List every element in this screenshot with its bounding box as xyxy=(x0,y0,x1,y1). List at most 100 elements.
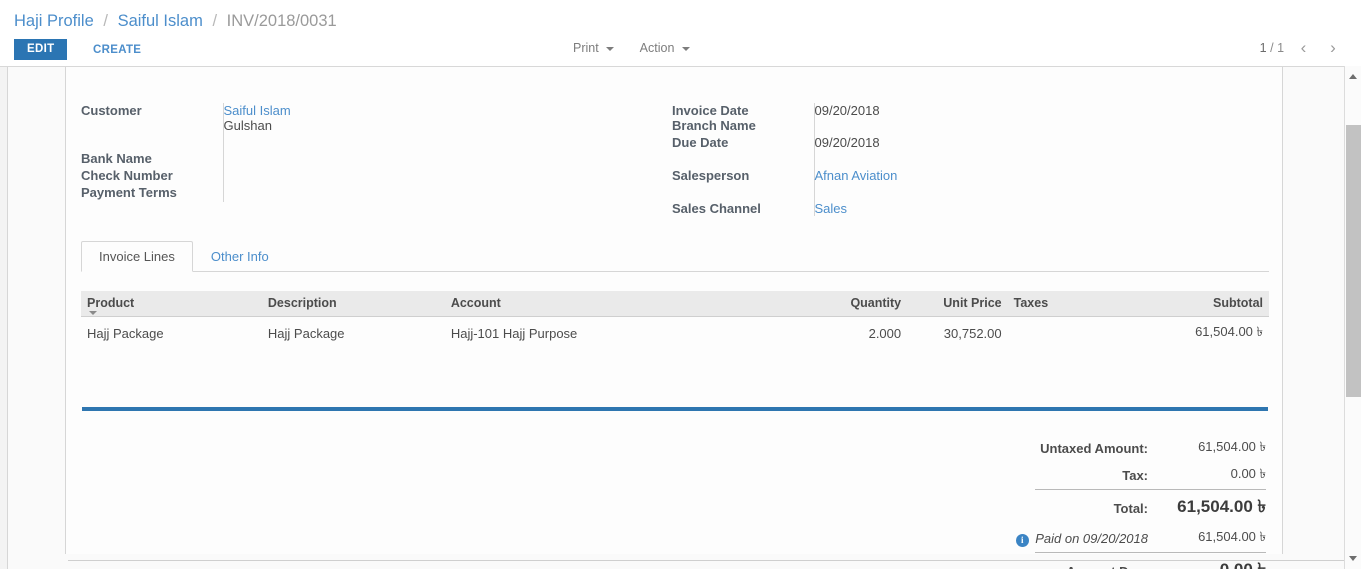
print-menu[interactable]: Print xyxy=(573,41,615,55)
label-customer: Customer xyxy=(81,103,142,118)
label-due-date: Due Date xyxy=(672,135,729,150)
field-row-due-date: Due Date 09/20/2018 xyxy=(672,135,1072,150)
column-header-product[interactable]: Product xyxy=(81,291,262,317)
column-header-label: Product xyxy=(87,296,135,310)
value-paid: 61,504.00 ৳ xyxy=(1198,529,1266,544)
pager-current: 1 xyxy=(1259,40,1267,55)
tab-bar: Invoice Lines Other Info xyxy=(81,241,1269,272)
control-panel: Haji Profile / Saiful Islam / INV/2018/0… xyxy=(0,0,1361,66)
label-invoice-date: Invoice Date xyxy=(672,103,749,118)
action-menu[interactable]: Action xyxy=(640,41,690,55)
field-spacer xyxy=(672,183,1072,201)
info-icon[interactable]: i xyxy=(1015,533,1029,547)
field-spacer xyxy=(81,133,461,151)
cell-unit-price: 30,752.00 xyxy=(943,326,1002,341)
label-total: Total: xyxy=(1035,489,1148,525)
value-invoice-date[interactable]: 09/20/2018 xyxy=(813,103,1072,118)
cell-description: Hajj Package xyxy=(267,326,345,341)
breadcrumb-separator: / xyxy=(103,12,108,30)
cell-subtotal: 61,504.00 ৳ xyxy=(1195,324,1263,339)
value-salesperson: Afnan Aviation xyxy=(813,168,1072,183)
column-header-account[interactable]: Account xyxy=(444,291,787,317)
pager-separator: / xyxy=(1270,40,1274,55)
left-field-group: Customer Saiful Islam Gulshan Bank Name xyxy=(81,103,461,202)
totals-row-paid: i Paid on 09/20/2018 61,504.00 ৳ xyxy=(1009,525,1266,553)
breadcrumb: Haji Profile / Saiful Islam / INV/2018/0… xyxy=(14,11,337,31)
breadcrumb-item-saiful-islam[interactable]: Saiful Islam xyxy=(118,12,203,30)
field-row-branch-name: Branch Name xyxy=(672,118,1072,135)
label-bank-name: Bank Name xyxy=(81,151,152,166)
value-branch-name[interactable] xyxy=(813,118,1072,135)
cell-product: Hajj Package xyxy=(87,326,164,341)
table-row[interactable]: Hajj Package Hajj Package Hajj-101 Hajj … xyxy=(81,317,1269,351)
previous-record-icon[interactable]: ‹ xyxy=(1294,39,1314,56)
action-buttons: EDIT CREATE xyxy=(14,39,147,61)
field-spacer xyxy=(672,150,1072,168)
scrollbar-thumb[interactable] xyxy=(1346,125,1361,397)
value-check-number[interactable] xyxy=(222,168,461,185)
vertical-scrollbar[interactable] xyxy=(1344,66,1361,569)
tab-invoice-lines[interactable]: Invoice Lines xyxy=(81,241,193,272)
control-panel-menus: Print Action xyxy=(573,41,712,55)
edit-button[interactable]: EDIT xyxy=(14,39,68,60)
invoice-lines-table: Product Description Account Quantity Uni… xyxy=(81,291,1269,351)
breadcrumb-item-current: INV/2018/0031 xyxy=(226,12,337,30)
pager-counter: 1 / 1 xyxy=(1260,41,1284,55)
value-total: 61,504.00 ৳ xyxy=(1148,489,1266,525)
left-gutter xyxy=(0,67,8,569)
label-tax: Tax: xyxy=(1122,468,1148,483)
breadcrumb-item-haji-profile[interactable]: Haji Profile xyxy=(14,12,94,30)
value-customer: Saiful Islam Gulshan xyxy=(222,103,461,133)
label-sales-channel: Sales Channel xyxy=(672,201,761,216)
value-untaxed-amount: 61,504.00 ৳ xyxy=(1198,439,1266,454)
cell-taxes xyxy=(1008,317,1159,351)
label-untaxed-amount: Untaxed Amount: xyxy=(1040,441,1148,456)
column-header-description[interactable]: Description xyxy=(261,291,445,317)
value-sales-channel: Sales xyxy=(813,201,1072,216)
column-header-subtotal[interactable]: Subtotal xyxy=(1158,291,1269,317)
field-row-sales-channel: Sales Channel Sales xyxy=(672,201,1072,216)
record-pager: 1 / 1 ‹ › xyxy=(1260,39,1343,56)
label-paid-on: Paid on 09/20/2018 xyxy=(1035,531,1148,546)
field-row-check-number: Check Number xyxy=(81,168,461,185)
right-field-group: Invoice Date 09/20/2018 Branch Name Due … xyxy=(672,103,1072,216)
salesperson-link[interactable]: Afnan Aviation xyxy=(815,168,898,183)
totals-panel: Untaxed Amount: 61,504.00 ৳ Tax: 0.00 ৳ … xyxy=(846,435,1266,569)
customer-city: Gulshan xyxy=(223,118,272,133)
value-due-date[interactable]: 09/20/2018 xyxy=(813,135,1072,150)
notebook: Invoice Lines Other Info xyxy=(81,241,1269,272)
column-header-unit-price[interactable]: Unit Price xyxy=(907,291,1008,317)
scroll-down-icon[interactable] xyxy=(1345,550,1361,567)
chevron-down-icon xyxy=(606,46,615,51)
field-row-payment-terms: Payment Terms xyxy=(81,185,461,202)
form-sheet: Customer Saiful Islam Gulshan Bank Name xyxy=(65,67,1283,569)
value-bank-name[interactable] xyxy=(222,151,461,168)
next-record-icon[interactable]: › xyxy=(1323,39,1343,56)
customer-link[interactable]: Saiful Islam xyxy=(224,103,291,118)
label-payment-terms: Payment Terms xyxy=(81,185,177,200)
sort-descending-icon xyxy=(89,311,97,315)
label-salesperson: Salesperson xyxy=(672,168,750,183)
form-body: Customer Saiful Islam Gulshan Bank Name xyxy=(0,66,1361,569)
breadcrumb-separator: / xyxy=(212,12,218,30)
pager-total: 1 xyxy=(1277,40,1285,55)
section-separator xyxy=(82,407,1268,411)
field-row-invoice-date: Invoice Date 09/20/2018 xyxy=(672,103,1072,118)
column-header-quantity[interactable]: Quantity xyxy=(786,291,908,317)
tab-other-info[interactable]: Other Info xyxy=(193,241,287,272)
field-row-bank-name: Bank Name xyxy=(81,151,461,168)
field-row-salesperson: Salesperson Afnan Aviation xyxy=(672,168,1072,183)
invoice-form-page: Haji Profile / Saiful Islam / INV/2018/0… xyxy=(0,0,1361,569)
field-row-customer: Customer Saiful Islam Gulshan xyxy=(81,103,461,133)
print-menu-label: Print xyxy=(573,41,599,55)
table-header-row: Product Description Account Quantity Uni… xyxy=(81,291,1269,317)
create-button[interactable]: CREATE xyxy=(87,43,147,57)
scroll-up-icon[interactable] xyxy=(1345,68,1361,85)
bottom-divider xyxy=(68,560,1358,561)
column-header-taxes[interactable]: Taxes xyxy=(1007,291,1159,317)
value-payment-terms[interactable] xyxy=(222,185,461,202)
label-check-number: Check Number xyxy=(81,168,173,183)
label-branch-name: Branch Name xyxy=(672,118,756,133)
action-menu-label: Action xyxy=(639,41,675,55)
sales-channel-link[interactable]: Sales xyxy=(815,201,848,216)
